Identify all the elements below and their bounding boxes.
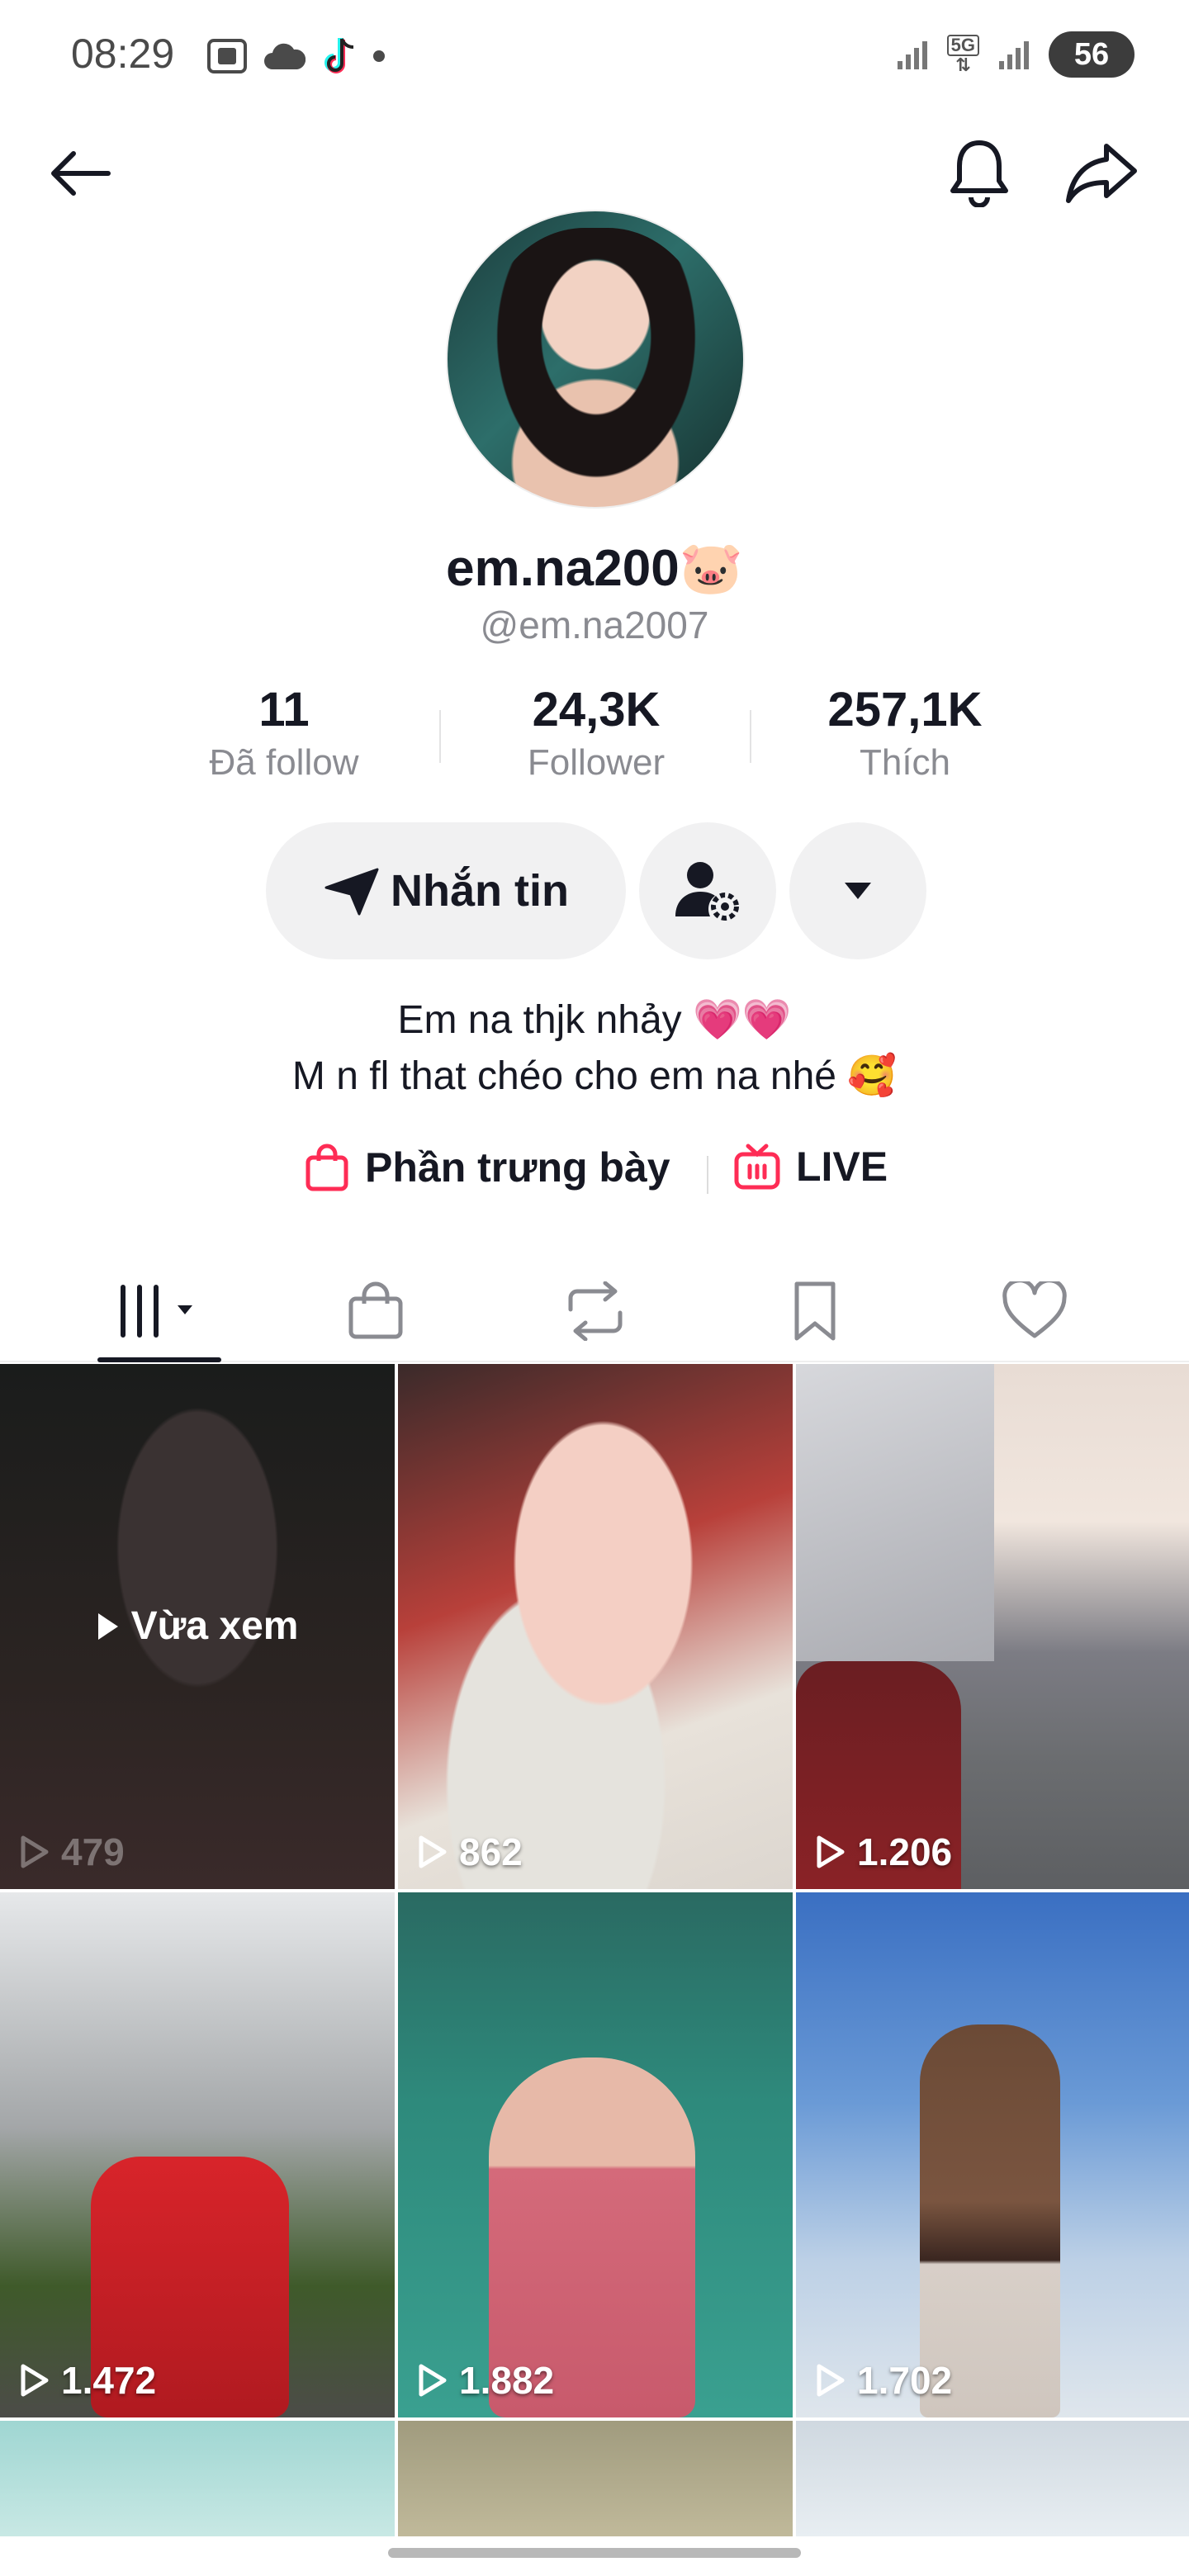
video-tile[interactable]: 1.882 [398, 1892, 793, 2417]
battery-level: 56 [1073, 36, 1110, 72]
bookmark-icon [794, 1281, 836, 1341]
view-count: 479 [20, 1830, 125, 1874]
shopping-bag-icon [306, 1144, 348, 1191]
live-link[interactable]: LIVE [733, 1143, 888, 1191]
view-count-value: 1.206 [857, 1830, 953, 1873]
stat-followers[interactable]: 24,3K Follower [472, 682, 720, 784]
play-outline-icon [21, 1835, 49, 1868]
follow-settings-button[interactable] [639, 822, 776, 959]
heart-icon [1002, 1281, 1067, 1338]
video-tile[interactable]: 1.702 [796, 1892, 1189, 2417]
message-button[interactable]: Nhắn tin [266, 822, 626, 959]
back-button[interactable] [43, 140, 117, 206]
play-outline-icon [21, 2364, 49, 2397]
caret-down-icon [845, 883, 871, 899]
stat-following[interactable]: 11 Đã follow [160, 682, 408, 784]
network-type-badge: 5G ⇅ [946, 35, 979, 75]
tab-reposts[interactable] [542, 1260, 649, 1362]
screenshot-icon [207, 39, 247, 73]
username: @em.na2007 [480, 604, 709, 646]
tab-favorites[interactable] [761, 1260, 869, 1362]
video-tile[interactable] [796, 2421, 1189, 2536]
more-options-button[interactable] [789, 822, 926, 959]
grid-filter-icon [121, 1285, 192, 1338]
video-tile[interactable]: 1.206 [796, 1364, 1189, 1889]
live-link-label: LIVE [796, 1144, 888, 1190]
stat-divider [439, 710, 441, 763]
repost-icon [568, 1281, 623, 1341]
arrow-left-icon [51, 151, 111, 196]
followers-label: Follower [527, 742, 666, 783]
tiktok-app-icon [324, 38, 354, 73]
bio-line-2: M n fl that chéo cho em na nhé 🥰 [291, 1054, 898, 1098]
bell-icon [950, 140, 1008, 207]
play-icon [97, 1612, 118, 1640]
home-indicator[interactable] [388, 2548, 801, 2558]
signal-icon [897, 41, 927, 69]
content-tabs [0, 1260, 1189, 1362]
status-bar: 08:29 5G ⇅ 56 [0, 0, 1189, 107]
view-count-value: 862 [459, 1830, 523, 1873]
view-count-value: 1.472 [61, 2359, 157, 2402]
video-tile[interactable] [0, 2421, 395, 2536]
active-tab-indicator [97, 1357, 221, 1362]
avatar-photo [481, 228, 712, 500]
play-outline-icon [419, 1835, 447, 1868]
showcase-link-label: Phần trưng bày [365, 1144, 670, 1191]
dot-icon [373, 50, 385, 62]
view-count-value: 1.882 [459, 2359, 555, 2402]
status-notification-icons [206, 35, 386, 78]
stat-likes[interactable]: 257,1K Thích [781, 682, 1029, 784]
following-label: Đã follow [209, 742, 359, 783]
shopping-bag-icon [348, 1281, 403, 1339]
recently-watched-text: Vừa xem [130, 1604, 299, 1648]
video-tile[interactable] [398, 2421, 793, 2536]
status-time: 08:29 [71, 31, 175, 77]
video-tile[interactable]: 1.472 [0, 1892, 395, 2417]
status-system-icons: 5G ⇅ 56 [896, 31, 1135, 78]
message-button-label: Nhắn tin [391, 866, 569, 916]
stat-divider [750, 710, 751, 763]
view-count: 1.472 [20, 2358, 156, 2403]
bio-line-1: Em na thjk nhảy 💗💗 [397, 998, 792, 1042]
tab-videos[interactable] [97, 1260, 221, 1362]
following-count: 11 [258, 683, 310, 736]
view-count: 1.206 [816, 1830, 952, 1874]
view-count: 1.702 [816, 2358, 952, 2403]
likes-label: Thích [859, 742, 951, 783]
network-type-label: 5G [946, 35, 979, 56]
video-thumbnail-building [796, 1364, 994, 1661]
tv-icon [734, 1144, 780, 1190]
likes-count: 257,1K [827, 683, 983, 736]
play-outline-icon [817, 1835, 845, 1868]
share-button[interactable] [1063, 137, 1139, 208]
data-arrows-icon: ⇅ [955, 54, 971, 75]
user-settings-icon [675, 862, 739, 921]
view-count-value: 479 [61, 1830, 125, 1873]
notification-button[interactable] [945, 135, 1014, 210]
battery-indicator: 56 [1049, 31, 1135, 78]
play-outline-icon [419, 2364, 447, 2397]
view-count: 1.882 [418, 2358, 554, 2403]
tab-showcase[interactable] [322, 1260, 429, 1362]
play-outline-icon [817, 2364, 845, 2397]
display-name: em.na200🐷 [446, 540, 743, 597]
profile-links: Phần trưng bày LIVE [0, 1143, 1189, 1209]
showcase-link[interactable]: Phần trưng bày [304, 1143, 670, 1192]
signal-icon-2 [999, 41, 1029, 69]
tab-liked[interactable] [981, 1260, 1088, 1362]
cloud-icon [264, 43, 306, 69]
avatar[interactable] [446, 210, 745, 509]
profile-stats: 11 Đã follow 24,3K Follower 257,1K Thích [0, 682, 1189, 798]
video-tile[interactable]: Vừa xem 479 [0, 1364, 395, 1889]
video-tile[interactable]: 862 [398, 1364, 793, 1889]
followers-count: 24,3K [532, 683, 661, 736]
view-count-value: 1.702 [857, 2359, 953, 2402]
links-divider [707, 1156, 708, 1194]
share-arrow-icon [1066, 144, 1137, 203]
send-icon [324, 868, 379, 916]
recently-watched-label: Vừa xem [0, 1603, 395, 1649]
view-count: 862 [418, 1830, 523, 1874]
